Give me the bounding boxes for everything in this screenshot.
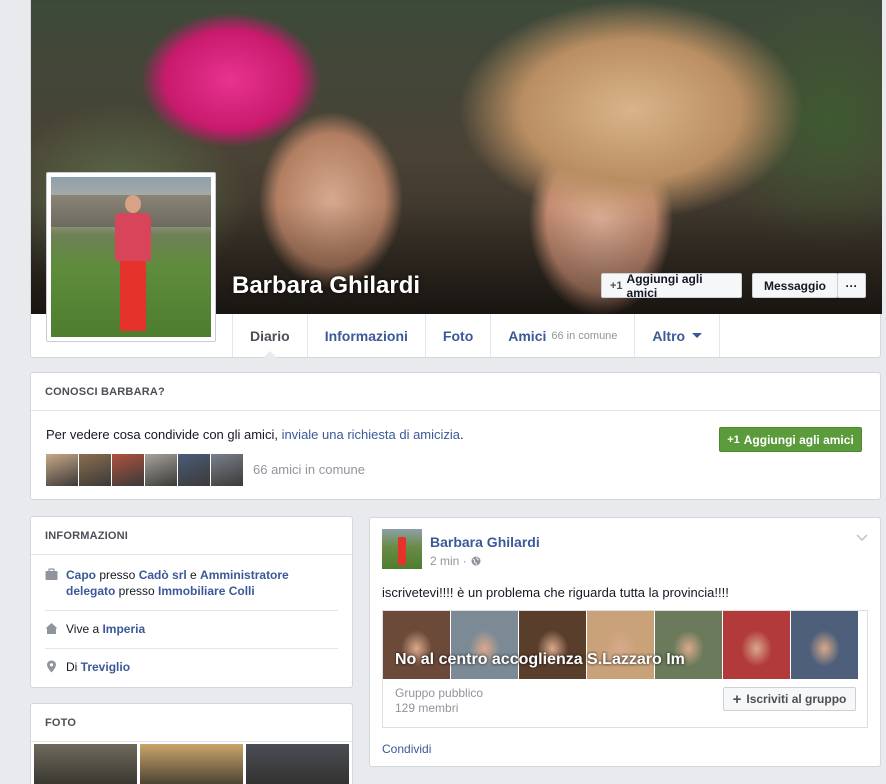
post-author[interactable]: Barbara Ghilardi <box>430 534 540 550</box>
profile-name[interactable]: Barbara Ghilardi <box>232 272 420 300</box>
more-options-button[interactable]: ··· <box>837 273 866 298</box>
photo-thumbnail[interactable] <box>246 744 349 784</box>
post-timestamp: 2 min · <box>430 554 481 568</box>
know-text: Per vedere cosa condivide con gli amici,… <box>46 427 464 442</box>
chevron-down-icon <box>692 333 703 338</box>
join-group-button[interactable]: + Iscriviti al gruppo <box>723 687 856 711</box>
avatar[interactable] <box>79 454 111 486</box>
shared-group[interactable]: No al centro accoglienza S.Lazzaro Im Gr… <box>382 610 868 728</box>
plus-icon: + <box>732 690 742 708</box>
info-heading: INFORMAZIONI <box>31 517 352 555</box>
photo-thumbnail[interactable] <box>140 744 243 784</box>
photos-card: FOTO <box>30 703 353 784</box>
group-title[interactable]: No al centro accoglienza S.Lazzaro Im <box>395 651 865 669</box>
add-friend-button[interactable]: +1 Aggiungi agli amici <box>601 272 742 300</box>
tab-amici[interactable]: Amici 66 in comune <box>490 314 634 357</box>
know-heading: CONOSCI BARBARA? <box>31 373 880 411</box>
avatar[interactable] <box>211 454 243 486</box>
profile-picture[interactable] <box>46 172 216 342</box>
avatar[interactable] <box>178 454 210 486</box>
tab-informazioni[interactable]: Informazioni <box>306 314 425 357</box>
know-card: CONOSCI BARBARA? Per vedere cosa condivi… <box>30 372 881 500</box>
briefcase-icon <box>45 568 58 580</box>
globe-icon <box>471 556 481 566</box>
info-card: INFORMAZIONI Capo presso Cadò srl e Ammi… <box>30 516 353 688</box>
add-friend-icon: +1 <box>610 279 623 292</box>
tab-foto[interactable]: Foto <box>424 314 490 357</box>
avatar[interactable] <box>382 529 422 569</box>
avatar[interactable] <box>145 454 177 486</box>
post-text: iscrivetevi!!!! è un problema che riguar… <box>382 585 729 600</box>
profile-tabs: Diario Informazioni Foto Amici 66 in comu… <box>232 314 721 358</box>
avatar[interactable] <box>112 454 144 486</box>
add-friend-icon: +1 <box>727 433 740 446</box>
home-icon <box>45 623 58 634</box>
add-friend-green-button[interactable]: +1 Aggiungi agli amici <box>719 427 862 452</box>
post-card: Barbara Ghilardi 2 min · iscrivetevi!!!!… <box>369 517 881 767</box>
info-from: Di Treviglio <box>31 659 352 675</box>
group-type: Gruppo pubblico <box>395 686 484 700</box>
info-lives: Vive a Imperia <box>31 621 352 637</box>
chevron-down-icon[interactable] <box>856 532 868 542</box>
avatar[interactable] <box>46 454 78 486</box>
tab-diario[interactable]: Diario <box>232 314 307 358</box>
message-button[interactable]: Messaggio <box>752 273 838 298</box>
tab-altro[interactable]: Altro <box>634 314 721 357</box>
group-members: 129 membri <box>395 701 459 715</box>
location-pin-icon <box>47 660 56 673</box>
mutual-friends-count: 66 in comune <box>551 329 618 342</box>
mutual-friends-link[interactable]: 66 amici in comune <box>253 462 365 477</box>
friend-request-link[interactable]: inviale una richiesta di amicizia <box>282 427 460 442</box>
mutual-friends-avatars <box>46 454 243 486</box>
info-work: Capo presso Cadò srl e Amministratore de… <box>31 567 352 599</box>
photos-strip <box>34 744 349 784</box>
photo-thumbnail[interactable] <box>34 744 137 784</box>
photos-heading: FOTO <box>31 704 352 742</box>
cover-card: Barbara Ghilardi +1 Aggiungi agli amici … <box>30 0 882 358</box>
share-link[interactable]: Condividi <box>382 742 431 756</box>
